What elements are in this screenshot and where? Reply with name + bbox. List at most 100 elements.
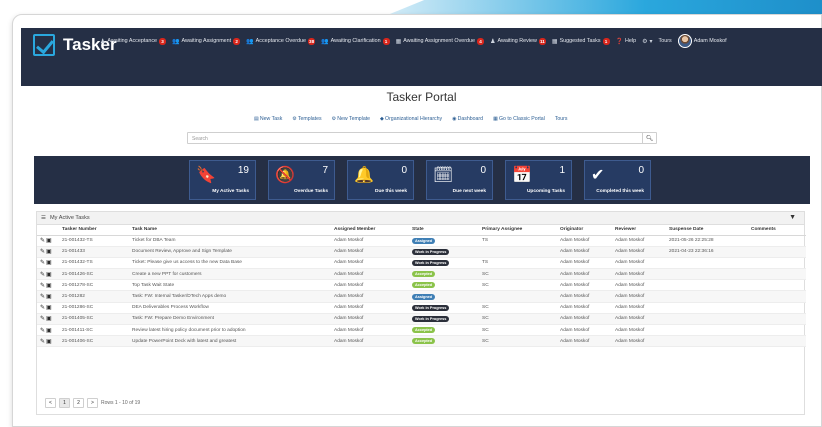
question-icon: ❓ bbox=[615, 38, 624, 45]
due-next-week-tile[interactable]: 🗓 0 Due next week bbox=[426, 160, 493, 200]
nav-item-awaiting-clarification[interactable]: 👥 Awaiting Clarification 1 bbox=[321, 37, 390, 45]
task-name[interactable]: DEA Deliverables Process Workflow bbox=[129, 302, 331, 314]
tasker-number[interactable]: 21-001286-SC bbox=[59, 302, 129, 314]
calendar-icon[interactable]: ▣ bbox=[46, 305, 53, 311]
calendar-icon[interactable]: ▣ bbox=[46, 260, 53, 266]
calendar-icon[interactable]: ▣ bbox=[46, 238, 53, 244]
tours-link[interactable]: Tours bbox=[555, 116, 568, 122]
table-row[interactable]: ✎▣ 21-001278-SC Top Task Wait State Adam Mo… bbox=[37, 279, 806, 292]
task-name[interactable]: Ticket: Please give us access to the new… bbox=[129, 257, 331, 270]
nav-item-acceptance-overdue[interactable]: 👥 Acceptance Overdue 38 bbox=[246, 37, 316, 45]
nav-item-awaiting-review[interactable]: ♟ Awaiting Review 11 bbox=[490, 37, 546, 45]
link-label: New Task bbox=[259, 116, 283, 122]
tours-nav-link[interactable]: Tours bbox=[659, 38, 672, 44]
filter-icon[interactable]: ▼ bbox=[789, 214, 796, 221]
check-icon: ✔ bbox=[591, 167, 605, 184]
task-name[interactable]: Create a new PPT for customers bbox=[129, 268, 331, 281]
nav-label: Awaiting Clarification bbox=[330, 38, 381, 44]
tasker-number[interactable]: 21-001282 bbox=[59, 290, 129, 303]
org-hierarchy-link[interactable]: ◆Organizational Hierarchy bbox=[380, 116, 442, 122]
column-header[interactable]: Tasker Number bbox=[59, 225, 129, 236]
nav-item-awaiting-assignment[interactable]: 👥 Awaiting Assignment 2 bbox=[172, 37, 241, 45]
avatar bbox=[677, 34, 692, 48]
nav-item-awaiting-assignment-overdue[interactable]: ▦ Awaiting Assignment Overdue 4 bbox=[395, 37, 485, 45]
table-row[interactable]: ✎▣ 21-001282 Task: FW: Internal Tasker/DTe… bbox=[37, 290, 806, 303]
new-task-link[interactable]: ▤New Task bbox=[254, 116, 282, 122]
count-badge: 2 bbox=[233, 37, 241, 45]
task-name[interactable]: Review latest hiring policy document pri… bbox=[129, 324, 331, 337]
overdue-tasks-tile[interactable]: 🔕 7 Overdue Tasks bbox=[268, 160, 335, 200]
table-row[interactable]: ✎▣ 21-001432-TS Ticket: Please give us acc… bbox=[37, 257, 806, 270]
comments bbox=[748, 335, 806, 348]
templates-link[interactable]: ⚙Templates bbox=[292, 116, 321, 122]
column-header[interactable]: State bbox=[409, 225, 479, 236]
comments bbox=[748, 302, 806, 314]
column-header[interactable]: Reviewer bbox=[612, 225, 666, 236]
completed-this-week-tile[interactable]: ✔ 0 Completed this week bbox=[584, 160, 651, 200]
nav-item-suggested-tasks[interactable]: ▦ Suggested Tasks 1 bbox=[552, 37, 610, 45]
task-name[interactable]: Top Task Wait State bbox=[129, 279, 331, 292]
help-menu[interactable]: ❓ Help bbox=[616, 38, 637, 45]
table-row[interactable]: ✎▣ 21-001433 Document Review, Approve and … bbox=[37, 246, 806, 258]
page-1-button[interactable]: 1 bbox=[59, 398, 70, 408]
nav-item-awaiting-acceptance[interactable]: ♟ Awaiting Acceptance 3 bbox=[100, 37, 167, 45]
column-header[interactable]: Originator bbox=[557, 225, 612, 236]
tasker-number[interactable]: 21-001432-TS bbox=[59, 257, 129, 270]
reviewer: Adam Moskof bbox=[612, 279, 666, 292]
calendar-icon[interactable]: ▣ bbox=[46, 272, 53, 278]
tasker-number[interactable]: 21-001426-SC bbox=[59, 268, 129, 281]
column-header[interactable]: Comments bbox=[748, 225, 806, 236]
state-cell: Accepted bbox=[409, 268, 479, 281]
table-row[interactable]: ✎▣ 21-001405-SC Task: FW: Prepare Demo Env… bbox=[37, 313, 806, 326]
tasker-number[interactable]: 21-001405-SC bbox=[59, 313, 129, 326]
search-input[interactable]: Search bbox=[192, 136, 208, 142]
classic-portal-link[interactable]: ▦Go to Classic Portal bbox=[493, 116, 545, 122]
quick-links: ▤New Task ⚙Templates ⚙New Template ◆Organiz… bbox=[254, 116, 568, 122]
user-menu[interactable]: Adam Moskof bbox=[677, 34, 727, 48]
next-page-button[interactable]: > bbox=[87, 398, 98, 408]
my-active-tasks-tile[interactable]: 🔖 19 My Active Tasks bbox=[189, 160, 256, 200]
calendar-icon[interactable]: ▣ bbox=[46, 328, 53, 334]
nav-label: Acceptance Overdue bbox=[255, 38, 307, 44]
link-label: Go to Classic Portal bbox=[498, 116, 545, 122]
prev-page-button[interactable]: < bbox=[45, 398, 56, 408]
new-template-link[interactable]: ⚙New Template bbox=[332, 116, 370, 122]
table-row[interactable]: ✎▣ 21-001406-SC Update PowerPoint Deck wit… bbox=[37, 335, 806, 348]
task-name[interactable]: Task: FW: Prepare Demo Environment bbox=[129, 313, 331, 326]
calendar-icon[interactable]: ▣ bbox=[46, 316, 53, 322]
dashboard-link[interactable]: ◉Dashboard bbox=[452, 116, 483, 122]
task-name[interactable]: Update PowerPoint Deck with latest and g… bbox=[129, 335, 331, 348]
task-name[interactable]: Document Review, Approve and Sign Templa… bbox=[129, 246, 331, 258]
table-row[interactable]: ✎▣ 21-001286-SC DEA Deliverables Process W… bbox=[37, 302, 806, 314]
bank-icon: ▦ bbox=[395, 38, 402, 45]
tasker-number[interactable]: 21-001432-TS bbox=[59, 235, 129, 247]
tasker-number[interactable]: 21-001433 bbox=[59, 246, 129, 258]
column-header[interactable]: Suspense Date bbox=[666, 225, 748, 236]
upcoming-tasks-tile[interactable]: 📅 1 Upcoming Tasks bbox=[505, 160, 572, 200]
calendar-icon[interactable]: ▣ bbox=[46, 283, 53, 289]
task-name[interactable]: Task: FW: Internal Tasker/DTech Apps dem… bbox=[129, 290, 331, 303]
column-header[interactable]: Primary Assignee bbox=[479, 225, 557, 236]
table-row[interactable]: ✎▣ 21-001426-SC Create a new PPT for custo… bbox=[37, 268, 806, 281]
calendar-icon[interactable]: ▣ bbox=[46, 294, 53, 300]
search-icon[interactable]: 🔍︎ bbox=[642, 132, 656, 144]
tasker-number[interactable]: 21-001406-SC bbox=[59, 335, 129, 348]
task-name[interactable]: Ticket for DBA Team bbox=[129, 235, 331, 247]
tasker-number[interactable]: 21-001278-SC bbox=[59, 279, 129, 292]
calendar-icon[interactable]: ▣ bbox=[46, 339, 53, 345]
table-row[interactable]: ✎▣ 21-001432-TS Ticket for DBA Team Adam Mo… bbox=[37, 235, 806, 247]
table-row[interactable]: ✎▣ 21-001411-SC Review latest hiring polic… bbox=[37, 324, 806, 337]
row-actions: ✎▣ bbox=[37, 235, 59, 247]
column-header[interactable]: Task Name bbox=[129, 225, 331, 236]
menu-icon[interactable]: ☰ bbox=[41, 215, 46, 221]
page-2-button[interactable]: 2 bbox=[73, 398, 84, 408]
calendar-icon[interactable]: ▣ bbox=[46, 249, 53, 255]
state-badge: Assigned bbox=[412, 237, 436, 244]
assigned-member: Adam Moskof bbox=[331, 313, 409, 326]
rows-summary: Rows 1 - 10 of 19 bbox=[101, 400, 141, 406]
column-header[interactable]: Assigned Member bbox=[331, 225, 409, 236]
suspense-date bbox=[666, 257, 748, 270]
settings-menu[interactable]: ⚙ ▾ bbox=[642, 38, 652, 45]
due-this-week-tile[interactable]: 🔔 0 Due this week bbox=[347, 160, 414, 200]
tasker-number[interactable]: 21-001411-SC bbox=[59, 324, 129, 337]
